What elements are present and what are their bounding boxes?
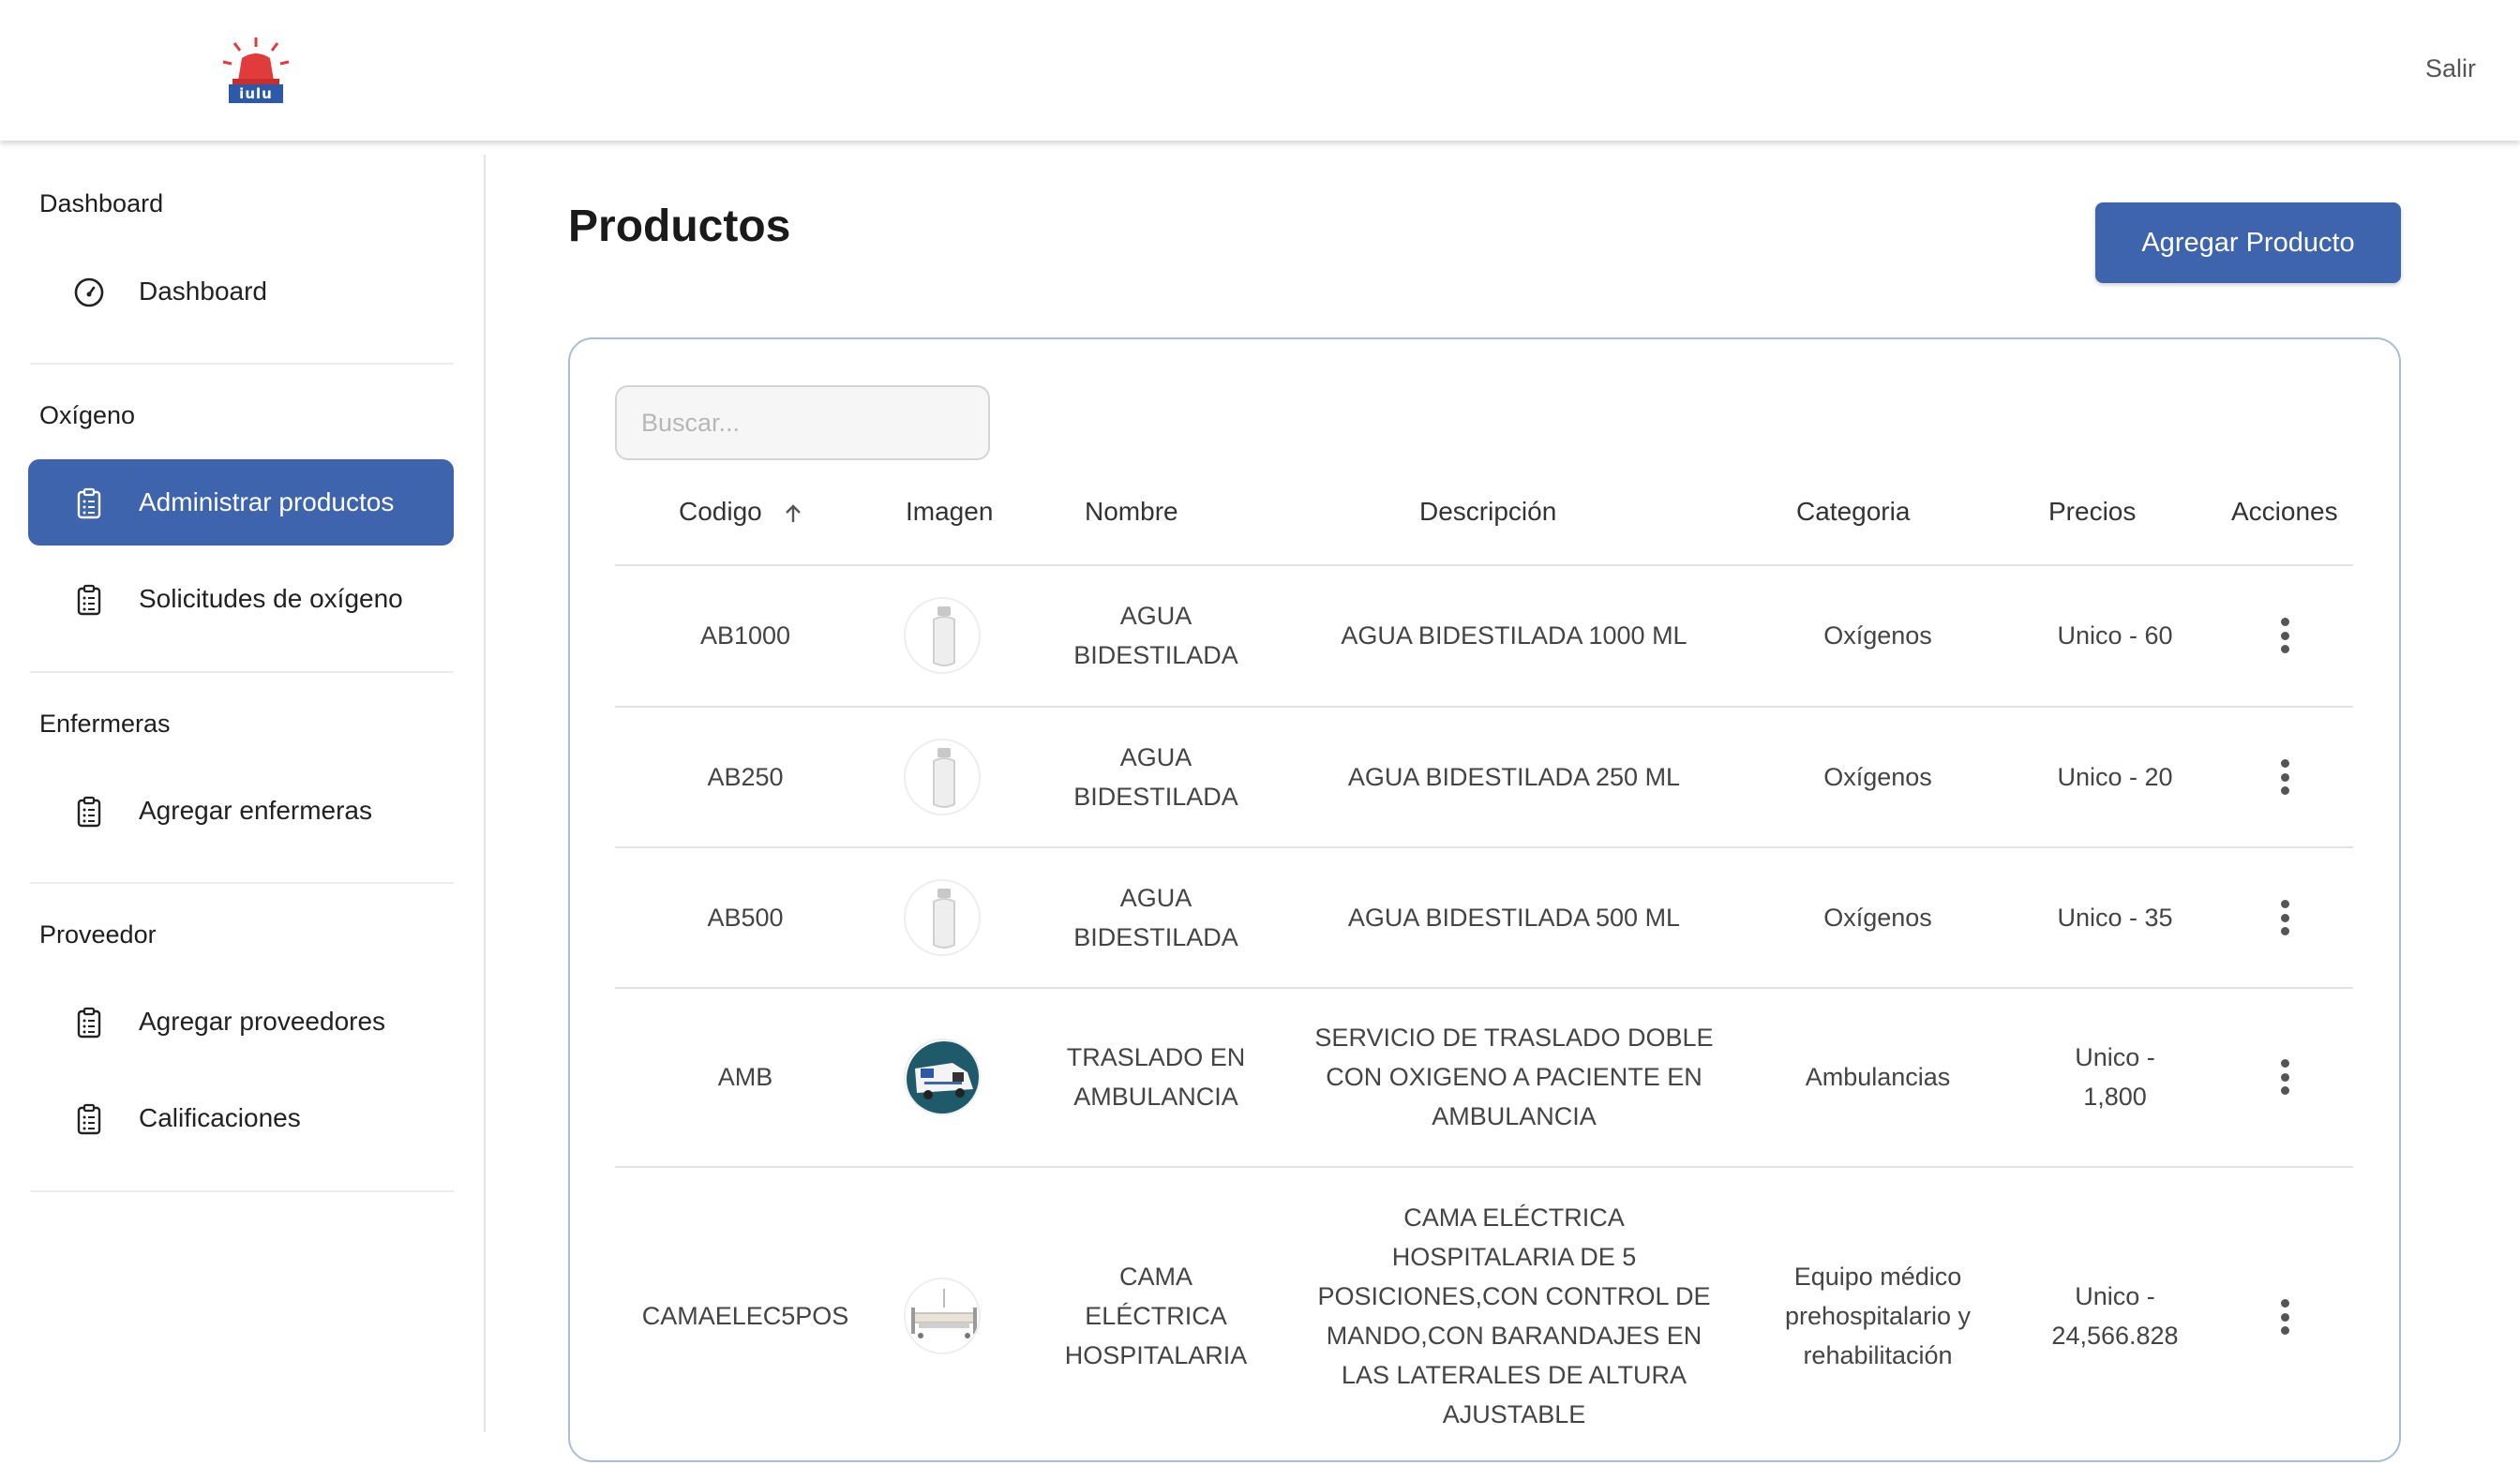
row-actions-menu-icon[interactable] xyxy=(2271,612,2299,659)
cell-codigo: CAMAELEC5POS xyxy=(641,1302,849,1330)
sidebar-item-solicitudes-oxigeno[interactable]: Solicitudes de oxígeno xyxy=(28,556,454,642)
sidebar-item-administrar-productos[interactable]: Administrar productos xyxy=(28,459,454,546)
cell-descripcion: AGUA BIDESTILADA 1000 ML xyxy=(1341,621,1688,650)
sidebar-section-proveedor: Proveedor xyxy=(39,920,157,949)
logout-link[interactable]: Salir xyxy=(2425,54,2476,83)
sidebar-section-dashboard: Dashboard xyxy=(39,189,164,217)
cell-precio: Unico - 35 xyxy=(2057,904,2173,932)
sidebar-item-label: Agregar proveedores xyxy=(139,1007,386,1036)
cell-precio: Unico - 60 xyxy=(2057,621,2173,650)
sidebar-divider xyxy=(30,882,454,884)
row-actions-menu-icon[interactable] xyxy=(2271,894,2299,941)
search-input[interactable] xyxy=(615,385,990,460)
column-header-descripcion[interactable]: Descripción xyxy=(1419,497,1556,527)
clipboard-list-icon xyxy=(77,796,101,828)
sidebar-item-label: Calificaciones xyxy=(139,1103,301,1132)
add-product-button[interactable]: Agregar Producto xyxy=(2095,202,2401,283)
sidebar-section-enfermeras: Enfermeras xyxy=(39,710,171,738)
column-header-label: Codigo xyxy=(679,497,762,526)
cell-descripcion: AGUA BIDESTILADA 500 ML xyxy=(1347,904,1681,932)
speedometer-icon xyxy=(74,277,104,307)
cell-codigo: AB250 xyxy=(707,763,784,791)
cell-categoria: Oxígenos xyxy=(1823,763,1932,791)
column-header-categoria[interactable]: Categoria xyxy=(1796,497,1910,527)
cell-descripcion: AGUA BIDESTILADA 250 ML xyxy=(1347,763,1681,791)
cell-nombre: AGUA BIDESTILADA xyxy=(1073,743,1238,811)
clipboard-list-icon xyxy=(77,1007,101,1039)
cell-nombre: AGUA BIDESTILADA xyxy=(1073,602,1238,669)
cell-categoria: Ambulancias xyxy=(1805,1063,1951,1091)
top-header: iulu Salir xyxy=(0,0,2520,141)
sidebar-item-label: Agregar enfermeras xyxy=(139,796,373,825)
sidebar-item-label: Administrar productos xyxy=(139,487,395,516)
column-header-imagen[interactable]: Imagen xyxy=(906,497,993,527)
product-image xyxy=(904,739,981,815)
sidebar-divider xyxy=(30,363,454,365)
cell-codigo: AB500 xyxy=(707,904,784,932)
sidebar-section-oxigeno: Oxígeno xyxy=(39,401,136,429)
app-logo[interactable]: iulu xyxy=(221,36,291,107)
cell-nombre: AGUA BIDESTILADA xyxy=(1073,884,1238,951)
column-header-acciones: Acciones xyxy=(2231,497,2338,526)
cell-nombre: TRASLADO EN AMBULANCIA xyxy=(1066,1043,1246,1111)
row-actions-menu-icon[interactable] xyxy=(2271,1054,2299,1100)
sidebar-item-dashboard[interactable]: Dashboard xyxy=(28,248,454,335)
cell-precio: Unico - 20 xyxy=(2057,763,2173,791)
arrow-up-icon xyxy=(785,503,801,522)
clipboard-list-icon xyxy=(77,487,101,519)
clipboard-list-icon xyxy=(77,584,101,616)
clipboard-list-icon xyxy=(77,1103,101,1135)
page-title: Productos xyxy=(568,202,791,251)
column-header-nombre[interactable]: Nombre xyxy=(1085,497,1178,527)
sidebar-item-agregar-enfermeras[interactable]: Agregar enfermeras xyxy=(28,768,454,854)
cell-precio: Unico - 1,800 xyxy=(2075,1043,2155,1111)
product-image xyxy=(904,1039,981,1115)
sidebar-item-calificaciones[interactable]: Calificaciones xyxy=(28,1075,454,1161)
cell-codigo: AB1000 xyxy=(699,621,791,650)
column-header-codigo[interactable]: Codigo xyxy=(679,497,805,527)
product-image xyxy=(904,597,981,674)
column-header-precios[interactable]: Precios xyxy=(2048,497,2136,527)
sidebar-divider xyxy=(30,1190,454,1192)
sidebar-item-agregar-proveedores[interactable]: Agregar proveedores xyxy=(28,979,454,1065)
cell-categoria: Oxígenos xyxy=(1823,621,1932,650)
sidebar: Dashboard Dashboard Oxígeno Administrar … xyxy=(0,155,486,1432)
cell-nombre: CAMA ELÉCTRICA HOSPITALARIA xyxy=(1064,1263,1248,1369)
row-actions-menu-icon[interactable] xyxy=(2271,754,2299,800)
sidebar-item-label: Dashboard xyxy=(139,277,267,306)
cell-descripcion: CAMA ELÉCTRICA HOSPITALARIA DE 5 POSICIO… xyxy=(1317,1203,1711,1428)
cell-precio: Unico - 24,566.828 xyxy=(2051,1282,2179,1350)
sidebar-divider xyxy=(30,671,454,673)
cell-codigo: AMB xyxy=(717,1063,773,1091)
row-actions-menu-icon[interactable] xyxy=(2271,1293,2299,1340)
cell-categoria: Oxígenos xyxy=(1823,904,1932,932)
cell-descripcion: SERVICIO DE TRASLADO DOBLE CON OXIGENO A… xyxy=(1314,1024,1714,1130)
product-image xyxy=(904,1278,981,1354)
cell-categoria: Equipo médico prehospitalario y rehabili… xyxy=(1784,1263,1972,1369)
product-image xyxy=(904,879,981,956)
logo-text: iulu xyxy=(229,84,283,103)
sidebar-item-label: Solicitudes de oxígeno xyxy=(139,584,403,613)
